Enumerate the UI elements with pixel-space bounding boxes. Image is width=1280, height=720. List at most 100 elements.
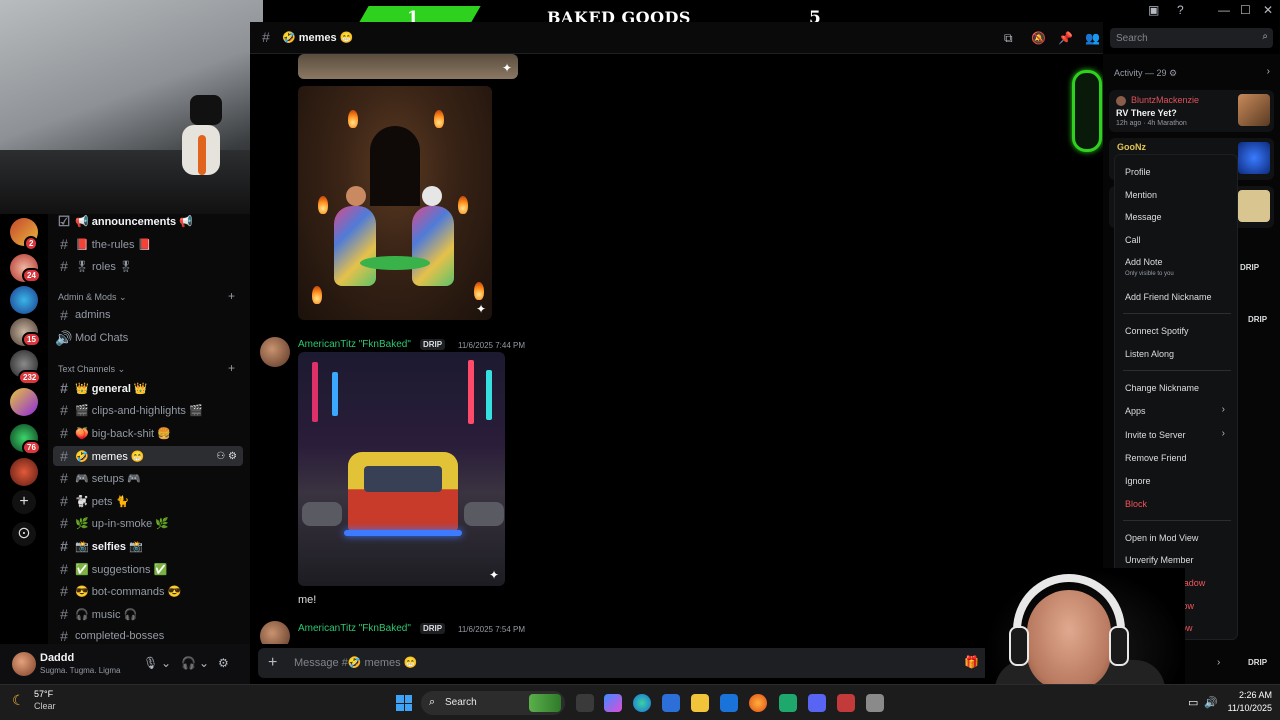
search-input[interactable] — [1110, 28, 1250, 48]
add-server-icon[interactable]: + — [12, 490, 36, 514]
discover-icon[interactable]: ⊙ — [12, 522, 36, 546]
menu-item-connect-spotify[interactable]: Connect Spotify — [1125, 326, 1233, 336]
hash-icon: # — [60, 538, 68, 554]
channel-pets[interactable]: # 🐩 pets 🐈 — [53, 491, 243, 511]
username[interactable]: Daddd — [40, 652, 74, 664]
pin-icon[interactable]: 📌 — [1058, 31, 1073, 45]
avatar[interactable] — [12, 652, 36, 676]
channel-big-back[interactable]: # 🍑 big-back-shit 🍔 — [53, 423, 243, 443]
gear-icon[interactable]: ⚙ — [218, 656, 229, 670]
gear-icon[interactable]: ⚙ — [1169, 68, 1177, 78]
network-icon[interactable]: ▭ — [1188, 696, 1198, 709]
settings-icon[interactable] — [866, 694, 884, 712]
discord-icon[interactable] — [808, 694, 826, 712]
menu-item-change-nickname[interactable]: Change Nickname — [1125, 383, 1233, 393]
message-image[interactable]: ✦ — [298, 86, 492, 320]
weather-condition[interactable]: Clear — [34, 701, 56, 711]
channel-general[interactable]: # 👑 general 👑 — [53, 378, 243, 398]
server-icon[interactable] — [10, 388, 38, 416]
channel-roles[interactable]: # 🎖 roles 🎖 — [53, 256, 243, 276]
category-admin-mods[interactable]: Admin & Mods ⌄ — [58, 292, 127, 303]
clock-time[interactable]: 2:26 AM — [1222, 690, 1272, 700]
gift-icon[interactable]: 🎁 — [964, 655, 979, 669]
menu-item-unverify-member[interactable]: Unverify Member — [1125, 555, 1233, 565]
menu-item-add-note[interactable]: Add Note — [1125, 257, 1233, 267]
channel-list: ☑ 📢 announcements 📢 # 📕 the-rules 📕 # 🎖 … — [48, 211, 250, 646]
channel-setups[interactable]: # 🎮 setups 🎮 — [53, 468, 243, 488]
gear-icon[interactable]: ⚙ — [228, 451, 237, 462]
menu-item-mention[interactable]: Mention — [1125, 190, 1233, 200]
stream-overlay-widget — [1072, 70, 1102, 152]
channel-up-in-smoke[interactable]: # 🌿 up-in-smoke 🌿 — [53, 513, 243, 533]
channel-announcements[interactable]: ☑ 📢 announcements 📢 — [53, 211, 243, 231]
channel-suggestions[interactable]: # ✅ suggestions ✅ — [53, 559, 243, 579]
inbox-icon[interactable]: ▣ — [1148, 3, 1159, 17]
menu-item-apps[interactable]: Apps — [1125, 406, 1233, 416]
menu-item-block[interactable]: Block — [1125, 499, 1233, 509]
message-image[interactable]: ✦ — [298, 54, 518, 79]
minimize-icon[interactable]: — — [1218, 3, 1230, 17]
menu-item-add-friend-nickname[interactable]: Add Friend Nickname — [1125, 292, 1233, 302]
add-channel-icon[interactable]: + — [228, 361, 235, 375]
invite-icon[interactable]: ⚇ — [216, 451, 225, 462]
outlook-icon[interactable] — [720, 694, 738, 712]
task-view-icon[interactable] — [576, 694, 594, 712]
moon-icon[interactable]: ☾ — [12, 692, 25, 709]
activity-user[interactable]: GooNz — [1117, 142, 1146, 152]
avatar[interactable] — [260, 337, 290, 367]
app-icon[interactable] — [779, 694, 797, 712]
help-icon[interactable]: ? — [1177, 3, 1184, 17]
edge-icon[interactable] — [633, 694, 651, 712]
message-author[interactable]: AmericanTitz "FknBaked" — [298, 623, 411, 634]
channel-completed-bosses[interactable]: # completed-bosses — [53, 626, 243, 646]
category-text-channels[interactable]: Text Channels ⌄ — [58, 364, 125, 375]
chevron-down-icon[interactable]: ⌄ — [199, 656, 209, 670]
attach-plus-icon[interactable]: + — [268, 654, 277, 672]
chevron-right-icon[interactable]: › — [1217, 657, 1220, 668]
channel-clips-and-highlights[interactable]: # 🎬 clips-and-highlights 🎬 — [53, 400, 243, 420]
channel-the-rules[interactable]: # 📕 the-rules 📕 — [53, 234, 243, 254]
member-list-icon[interactable]: 👥 — [1085, 31, 1100, 45]
menu-item-message[interactable]: Message — [1125, 212, 1233, 222]
server-icon[interactable] — [10, 458, 38, 486]
avatar[interactable] — [260, 621, 290, 644]
activity-card[interactable]: BluntzMackenzie RV There Yet? 12h ago · … — [1109, 90, 1274, 132]
maximize-icon[interactable]: ☐ — [1240, 3, 1251, 17]
chevron-down-icon[interactable]: ⌄ — [161, 656, 171, 670]
channel-mod-chats[interactable]: 🔊 Mod Chats — [53, 328, 243, 348]
threads-icon[interactable]: ⧉ — [1004, 31, 1013, 46]
channel-admins[interactable]: # admins — [53, 305, 243, 325]
taskbar-search[interactable]: ⌕ Search — [421, 691, 565, 715]
message-image[interactable]: ✦ — [298, 352, 505, 586]
menu-item-invite-to-server[interactable]: Invite to Server — [1125, 430, 1233, 440]
menu-item-open-in-mod-view[interactable]: Open in Mod View — [1125, 533, 1233, 543]
channel-memes[interactable]: # 🤣 memes 😁 ⚇ ⚙ — [53, 446, 243, 466]
store-icon[interactable] — [662, 694, 680, 712]
clock-date[interactable]: 11/10/2025 — [1222, 703, 1272, 713]
mute-bell-icon[interactable]: 🔕 — [1031, 31, 1046, 45]
copilot-icon[interactable] — [604, 694, 622, 712]
channel-bot-commands[interactable]: # 😎 bot-commands 😎 — [53, 581, 243, 601]
menu-item-listen-along[interactable]: Listen Along — [1125, 349, 1233, 359]
channel-selfies[interactable]: # 📸 selfies 📸 — [53, 536, 243, 556]
channel-music[interactable]: # 🎧 music 🎧 — [53, 604, 243, 624]
message-author[interactable]: AmericanTitz "FknBaked" — [298, 339, 411, 350]
add-channel-icon[interactable]: + — [228, 289, 235, 303]
app-icon[interactable] — [837, 694, 855, 712]
file-explorer-icon[interactable] — [691, 694, 709, 712]
volume-icon[interactable]: 🔊 — [1204, 696, 1218, 709]
menu-item-profile[interactable]: Profile — [1125, 167, 1233, 177]
microphone-icon[interactable]: 🎙 — [143, 656, 158, 670]
close-icon[interactable]: ✕ — [1263, 3, 1273, 17]
message-input[interactable] — [294, 653, 894, 673]
menu-item-remove-friend[interactable]: Remove Friend — [1125, 453, 1233, 463]
windows-start-icon[interactable] — [396, 695, 412, 711]
menu-item-ignore[interactable]: Ignore — [1125, 476, 1233, 486]
menu-item-call[interactable]: Call — [1125, 235, 1233, 245]
headphones-icon[interactable]: 🎧 — [181, 656, 196, 670]
server-icon[interactable] — [10, 286, 38, 314]
search-box[interactable]: ⌕ — [1110, 28, 1273, 48]
chevron-right-icon[interactable]: › — [1267, 66, 1270, 77]
firefox-icon[interactable] — [749, 694, 767, 712]
weather-temperature[interactable]: 57°F — [34, 689, 53, 699]
